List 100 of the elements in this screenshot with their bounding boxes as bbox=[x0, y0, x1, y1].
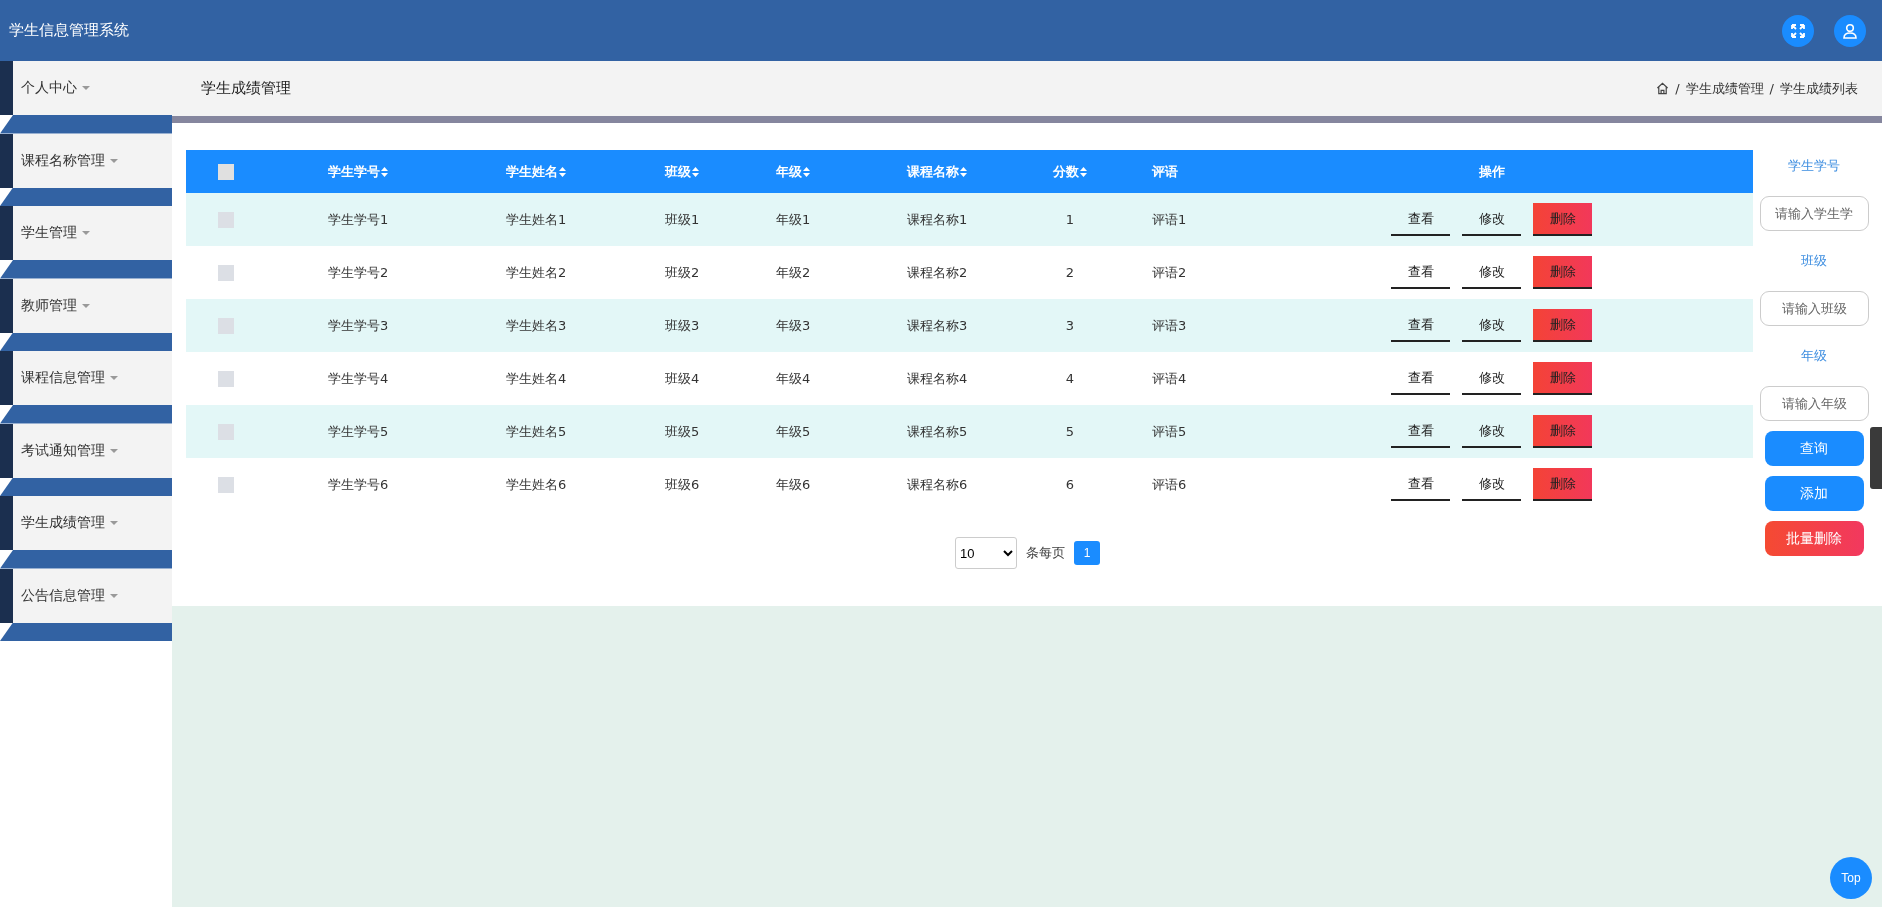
sort-icon[interactable] bbox=[381, 166, 388, 177]
select-all-checkbox[interactable] bbox=[218, 163, 234, 180]
table-cell: 课程名称2 bbox=[907, 263, 968, 282]
table-cell: 年级5 bbox=[776, 422, 811, 441]
delete-button[interactable]: 删除 bbox=[1533, 203, 1592, 236]
batch-delete-button[interactable]: 批量删除 bbox=[1764, 521, 1864, 556]
table-cell: 评语6 bbox=[1152, 475, 1187, 494]
sidebar-item[interactable]: 学生成绩管理 bbox=[13, 496, 172, 550]
input-field[interactable]: 请输入学生学 bbox=[1759, 196, 1869, 231]
table-cell: 年级4 bbox=[776, 369, 811, 388]
caret-icon bbox=[82, 86, 90, 90]
caret-icon bbox=[82, 303, 90, 308]
breadcrumb-link[interactable]: 学生成绩管理 bbox=[1685, 79, 1764, 98]
row-checkbox[interactable] bbox=[218, 211, 234, 228]
breadcrumb-separator: / bbox=[1769, 81, 1774, 96]
table-cell: 学生学号3 bbox=[328, 316, 389, 335]
sidebar-accent-bar bbox=[0, 423, 13, 478]
table-cell: 学生姓名2 bbox=[506, 263, 567, 282]
table-cell: 评语3 bbox=[1152, 316, 1187, 335]
field-label: 年级 bbox=[1801, 347, 1827, 365]
action-button[interactable]: 修改 bbox=[1462, 415, 1521, 448]
action-button[interactable]: 修改 bbox=[1462, 203, 1521, 236]
row-checkbox[interactable] bbox=[218, 264, 234, 281]
action-button[interactable]: 修改 bbox=[1462, 256, 1521, 289]
sidebar-item[interactable]: 课程信息管理 bbox=[13, 351, 172, 405]
sort-icon[interactable] bbox=[559, 166, 566, 177]
action-button[interactable]: 修改 bbox=[1462, 468, 1521, 501]
action-button[interactable]: 查看 bbox=[1391, 362, 1450, 395]
table-cell: 班级3 bbox=[665, 316, 700, 335]
user-icon[interactable] bbox=[1834, 14, 1866, 47]
field-label: 班级 bbox=[1801, 252, 1827, 270]
action-button[interactable]: 修改 bbox=[1462, 309, 1521, 342]
caret-icon bbox=[110, 376, 118, 380]
table-cell: 学生姓名6 bbox=[506, 475, 567, 494]
delete-button[interactable]: 删除 bbox=[1533, 362, 1592, 395]
delete-button[interactable]: 删除 bbox=[1533, 309, 1592, 342]
caret-icon bbox=[110, 448, 118, 453]
table-cell: 课程名称3 bbox=[907, 316, 968, 335]
sidebar-item[interactable]: 教师管理 bbox=[13, 278, 172, 333]
table-cell: 6 bbox=[1065, 477, 1075, 492]
sidebar-item[interactable]: 考试通知管理 bbox=[13, 423, 172, 478]
input-field[interactable]: 请输入年级 bbox=[1759, 386, 1869, 421]
sort-icon[interactable] bbox=[1080, 166, 1087, 177]
row-checkbox[interactable] bbox=[218, 423, 234, 440]
action-button[interactable]: 查看 bbox=[1391, 203, 1450, 236]
table-cell: 班级5 bbox=[665, 422, 700, 441]
delete-button[interactable]: 删除 bbox=[1533, 415, 1592, 448]
sidebar-item[interactable]: 学生管理 bbox=[13, 206, 172, 260]
row-checkbox[interactable] bbox=[218, 370, 234, 387]
sort-icon[interactable] bbox=[803, 166, 810, 177]
sidebar-accent-bar bbox=[0, 61, 13, 115]
table-cell: 评语5 bbox=[1152, 422, 1187, 441]
table-cell: 学生姓名4 bbox=[506, 369, 567, 388]
table-cell: 课程名称6 bbox=[907, 475, 968, 494]
row-checkbox[interactable] bbox=[218, 317, 234, 334]
table-cell: 5 bbox=[1065, 424, 1075, 439]
action-button[interactable]: 查看 bbox=[1391, 415, 1450, 448]
sidebar-accent-bar bbox=[0, 133, 13, 188]
delete-button[interactable]: 删除 bbox=[1533, 468, 1592, 501]
table-cell: 学生姓名1 bbox=[506, 210, 567, 229]
action-button[interactable]: 查看 bbox=[1391, 468, 1450, 501]
table-cell: 学生姓名3 bbox=[506, 316, 567, 335]
action-button[interactable]: 查看 bbox=[1391, 256, 1450, 289]
field-label: 学生学号 bbox=[1788, 157, 1840, 175]
fullscreen-icon[interactable] bbox=[1782, 14, 1814, 47]
table-cell: 班级6 bbox=[665, 475, 700, 494]
row-checkbox[interactable] bbox=[218, 476, 234, 493]
table-cell: 学生学号4 bbox=[328, 369, 389, 388]
breadcrumb-separator: / bbox=[1675, 81, 1680, 96]
input-field[interactable]: 请输入班级 bbox=[1759, 291, 1869, 326]
table-cell: 评语2 bbox=[1152, 263, 1187, 282]
sidebar-item[interactable]: 课程名称管理 bbox=[13, 133, 172, 188]
table-cell: 班级1 bbox=[665, 210, 700, 229]
table-cell: 课程名称5 bbox=[907, 422, 968, 441]
system-title: 学生信息管理系统 bbox=[9, 21, 129, 40]
caret-icon bbox=[110, 593, 118, 598]
table-cell: 评语1 bbox=[1152, 210, 1187, 229]
sidebar-accent-bar bbox=[0, 351, 13, 405]
action-button[interactable]: 查看 bbox=[1391, 309, 1450, 342]
page-size-select[interactable]: 10 bbox=[955, 537, 1017, 569]
sidebar-accent-bar bbox=[0, 278, 13, 333]
sort-icon[interactable] bbox=[692, 166, 699, 177]
breadcrumb-link[interactable]: 学生成绩列表 bbox=[1780, 79, 1858, 98]
caret-icon bbox=[110, 158, 118, 163]
table-cell: 年级2 bbox=[776, 263, 811, 282]
sidebar-accent-bar bbox=[0, 568, 13, 623]
table-cell: 年级1 bbox=[776, 210, 811, 229]
home-icon[interactable] bbox=[1656, 82, 1670, 95]
sort-icon[interactable] bbox=[960, 166, 967, 177]
page-size-label: 条每页 bbox=[1026, 544, 1065, 562]
sidebar-item[interactable]: 公告信息管理 bbox=[13, 568, 172, 623]
table-cell: 学生姓名5 bbox=[506, 422, 567, 441]
sidebar-item[interactable]: 个人中心 bbox=[13, 61, 172, 115]
table-cell: 班级4 bbox=[665, 369, 700, 388]
table-cell: 年级3 bbox=[776, 316, 811, 335]
table-cell: 2 bbox=[1065, 265, 1075, 280]
caret-icon bbox=[82, 231, 90, 235]
table-cell: 学生学号1 bbox=[328, 210, 389, 229]
delete-button[interactable]: 删除 bbox=[1533, 256, 1592, 289]
action-button[interactable]: 修改 bbox=[1462, 362, 1521, 395]
